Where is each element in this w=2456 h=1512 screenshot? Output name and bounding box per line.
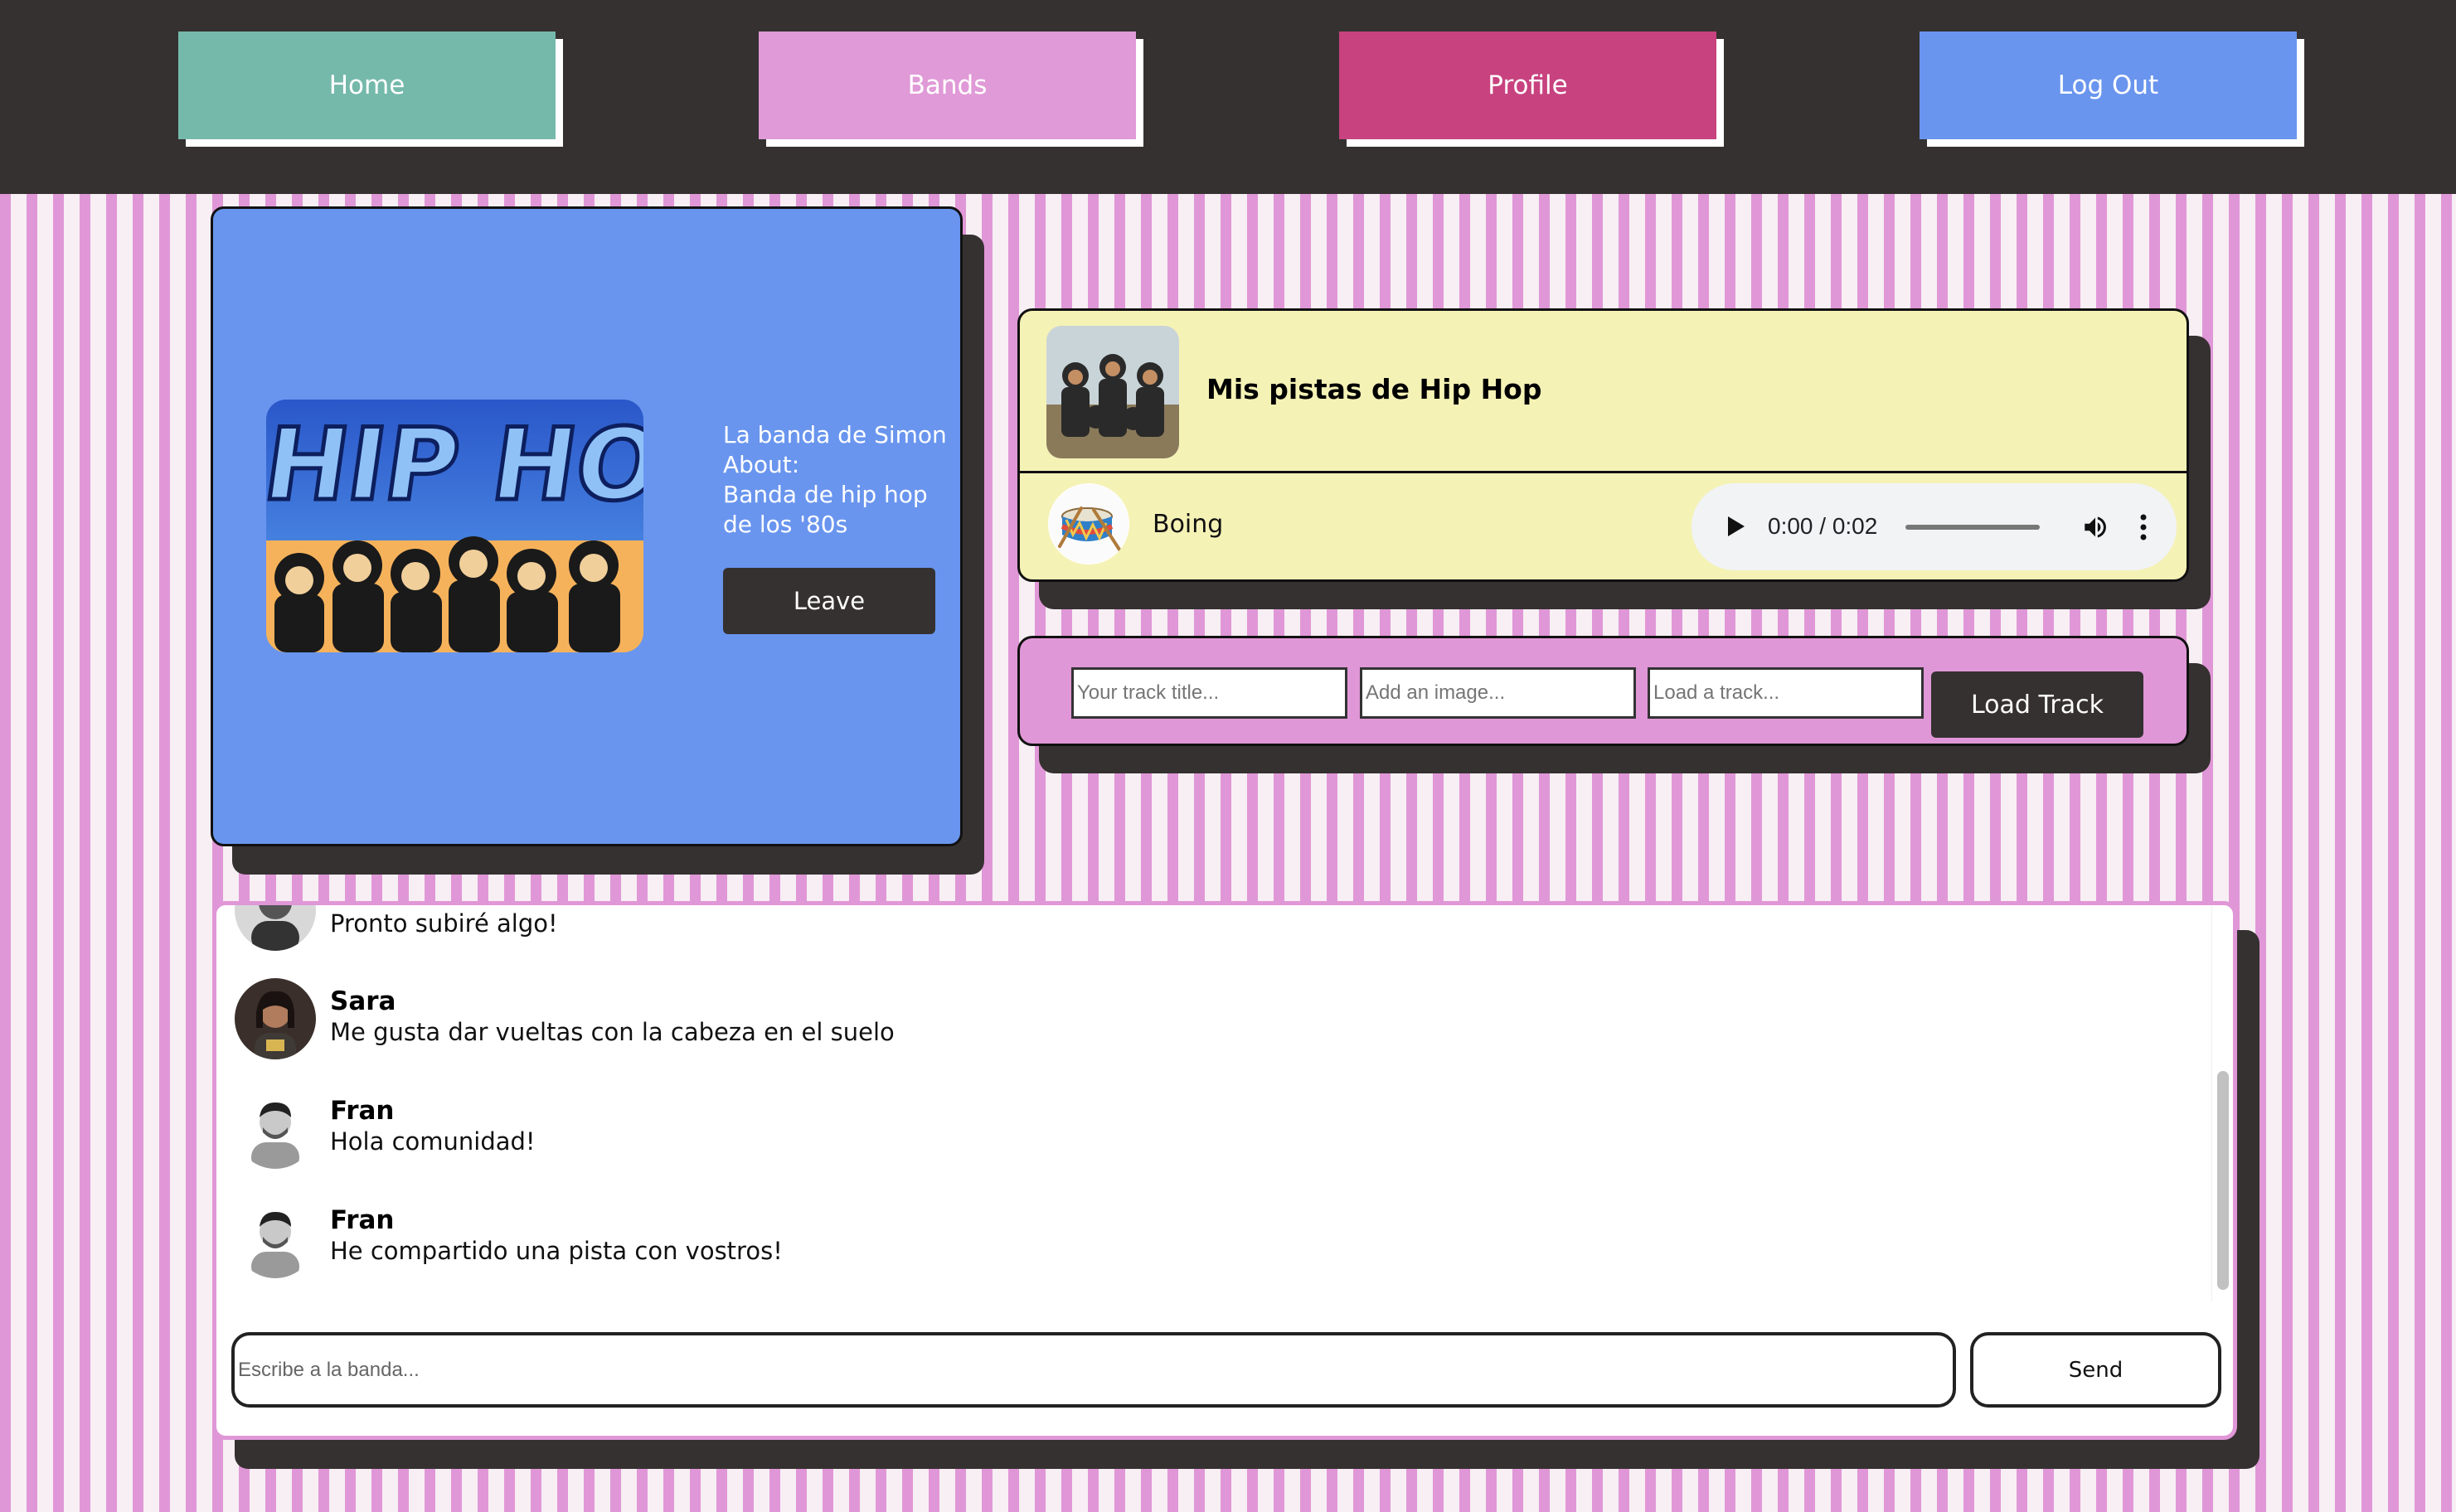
band-info: La banda de Simon About: Banda de hip ho… xyxy=(723,420,955,540)
nav-profile-button[interactable]: Profile xyxy=(1339,32,1716,139)
chat-message-input[interactable]: Escribe a la banda... xyxy=(231,1332,1956,1408)
band-image: HIP HOP xyxy=(266,400,643,652)
avatar xyxy=(235,978,316,1059)
audio-player[interactable]: 0:00 / 0:02 xyxy=(1692,483,2177,570)
track-title-input[interactable] xyxy=(1071,667,1347,719)
chat-text: He compartido una pista con vostros! xyxy=(330,1237,783,1265)
chat-card: Pronto subiré algo! Sara Me gusta dar vu… xyxy=(212,901,2237,1440)
send-button[interactable]: Send xyxy=(1970,1332,2221,1408)
track-file-input[interactable] xyxy=(1648,667,1924,719)
band-about-label: About: xyxy=(723,451,800,478)
band-name: La banda de Simon xyxy=(723,421,947,448)
band-card: HIP HOP La banda de Simon About: Banda d… xyxy=(211,206,963,846)
svg-text:HIP HOP: HIP HOP xyxy=(266,408,643,523)
player-time: 0:00 / 0:02 xyxy=(1768,513,1878,539)
chat-text: Hola comunidad! xyxy=(330,1127,536,1156)
play-icon[interactable] xyxy=(1725,515,1746,541)
tracks-divider xyxy=(1020,471,2187,473)
chat-author: Sara xyxy=(330,986,396,1016)
chat-text: Pronto subiré algo! xyxy=(330,909,558,938)
volume-icon[interactable] xyxy=(2081,513,2109,545)
chat-author: Fran xyxy=(330,1205,395,1235)
chat-messages[interactable]: Pronto subiré algo! Sara Me gusta dar vu… xyxy=(216,905,2215,1301)
playlist-title: Mis pistas de Hip Hop xyxy=(1206,373,1542,405)
player-progress-bar[interactable] xyxy=(1905,525,2040,530)
track-image-input[interactable] xyxy=(1360,667,1636,719)
upload-card: Load Track xyxy=(1017,636,2189,746)
more-options-icon[interactable] xyxy=(2139,513,2148,545)
avatar xyxy=(235,1197,316,1278)
playlist-thumbnail xyxy=(1046,326,1179,458)
load-track-button[interactable]: Load Track xyxy=(1931,671,2143,738)
chat-text: Me gusta dar vueltas con la cabeza en el… xyxy=(330,1018,895,1046)
top-nav-bar: Home Bands Profile Log Out xyxy=(0,0,2456,194)
track-name: Boing xyxy=(1153,510,1224,539)
drum-icon xyxy=(1048,483,1129,565)
band-description: Banda de hip hop de los '80s xyxy=(723,481,928,538)
tracks-card: Mis pistas de Hip Hop Boing 0:00 / 0:02 xyxy=(1017,308,2189,582)
avatar xyxy=(235,905,316,951)
leave-button[interactable]: Leave xyxy=(723,568,935,634)
nav-bands-button[interactable]: Bands xyxy=(759,32,1136,139)
chat-author: Fran xyxy=(330,1096,395,1126)
chat-scrollbar-thumb[interactable] xyxy=(2217,1071,2229,1290)
avatar xyxy=(235,1088,316,1169)
nav-logout-button[interactable]: Log Out xyxy=(1920,32,2297,139)
nav-home-button[interactable]: Home xyxy=(178,32,556,139)
